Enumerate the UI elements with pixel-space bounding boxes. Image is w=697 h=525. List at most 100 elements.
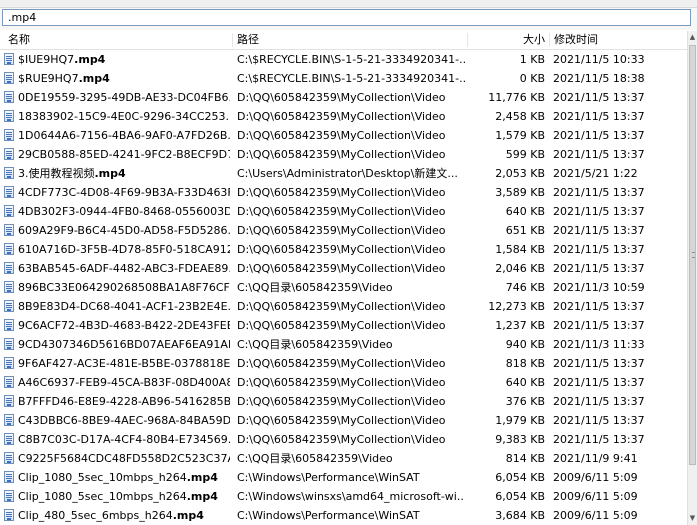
file-name: C8B7C03C-D17A-4CF4-80B4-E734569... <box>18 433 230 446</box>
scroll-down-arrow-icon[interactable]: ▼ <box>688 513 697 523</box>
file-modified: 2021/11/5 13:37 <box>553 319 645 332</box>
file-size: 640 KB <box>505 205 545 218</box>
table-row[interactable]: 1D0644A6-7156-4BA6-9AF0-A7FD26B... D:\QQ\… <box>0 126 687 145</box>
table-row[interactable]: 18383902-15C9-4E0C-9296-34CC253... D:\QQ\… <box>0 107 687 126</box>
file-extension: .mp4 <box>172 509 204 522</box>
table-row[interactable]: 3.使用教程视频.mp4 C:\Users\Administrator\Deskt… <box>0 164 687 183</box>
table-row[interactable]: C43DBBC6-8BE9-4AEC-968A-84BA59D... D:\QQ\… <box>0 411 687 430</box>
video-file-icon <box>4 243 14 255</box>
table-row[interactable]: 610A716D-3F5B-4D78-85F0-518CA912... D:\QQ… <box>0 240 687 259</box>
vertical-scrollbar[interactable]: ▲ ▼ <box>687 31 697 525</box>
table-row[interactable]: Clip_480_5sec_6mbps_h264.mp4 C:\Windows\P… <box>0 506 687 525</box>
file-name: 3.使用教程视频 <box>18 167 95 180</box>
table-row[interactable]: 896BC33E064290268508BA1A8F76CFC... C:\QQ目… <box>0 278 687 297</box>
video-file-icon <box>4 319 14 331</box>
table-row[interactable]: C9225F5684CDC48FD558D2C523C37A... C:\QQ目录… <box>0 449 687 468</box>
file-path: D:\QQ\605842359\MyCollection\Video <box>237 224 446 237</box>
file-size: 3,684 KB <box>495 509 545 522</box>
table-row[interactable]: 9C6ACF72-4B3D-4683-B422-2DE43FEE... D:\QQ… <box>0 316 687 335</box>
video-file-icon <box>4 471 14 483</box>
file-modified: 2021/11/5 13:37 <box>553 395 645 408</box>
table-row[interactable]: B7FFFD46-E8E9-4228-AB96-5416285B... D:\QQ… <box>0 392 687 411</box>
column-header-name[interactable]: 名称 <box>8 31 30 49</box>
file-modified: 2021/11/3 10:59 <box>553 281 645 294</box>
file-name-cell: 9CD4307346D5616BD07AEAF6EA91AF... <box>4 335 230 354</box>
file-path: D:\QQ\605842359\MyCollection\Video <box>237 300 446 313</box>
file-name: 63BAB545-6ADF-4482-ABC3-FDEAE89... <box>18 262 230 275</box>
menu-bar <box>0 0 697 8</box>
column-divider[interactable] <box>467 33 468 47</box>
file-modified: 2021/11/5 18:38 <box>553 72 645 85</box>
file-size: 1,237 KB <box>495 319 545 332</box>
file-name: 9C6ACF72-4B3D-4683-B422-2DE43FEE... <box>18 319 230 332</box>
file-name: C43DBBC6-8BE9-4AEC-968A-84BA59D... <box>18 414 230 427</box>
file-extension: .mp4 <box>94 167 126 180</box>
file-path: D:\QQ\605842359\MyCollection\Video <box>237 243 446 256</box>
file-size: 814 KB <box>505 452 545 465</box>
column-divider[interactable] <box>232 33 233 47</box>
file-name-cell: 1D0644A6-7156-4BA6-9AF0-A7FD26B... <box>4 126 230 145</box>
search-input[interactable] <box>2 9 691 26</box>
table-row[interactable]: $IUE9HQ7.mp4 C:\$RECYCLE.BIN\S-1-5-21-333… <box>0 50 687 69</box>
file-name-cell: 896BC33E064290268508BA1A8F76CFC... <box>4 278 230 297</box>
file-list: $IUE9HQ7.mp4 C:\$RECYCLE.BIN\S-1-5-21-333… <box>0 50 687 525</box>
file-path: D:\QQ\605842359\MyCollection\Video <box>237 319 446 332</box>
table-row[interactable]: $RUE9HQ7.mp4 C:\$RECYCLE.BIN\S-1-5-21-333… <box>0 69 687 88</box>
file-path: D:\QQ\605842359\MyCollection\Video <box>237 414 446 427</box>
column-header: 名称 路径 大小 修改时间 <box>0 31 687 50</box>
file-path: D:\QQ\605842359\MyCollection\Video <box>237 395 446 408</box>
table-row[interactable]: 9F6AF427-AC3E-481E-B5BE-0378818E... D:\QQ… <box>0 354 687 373</box>
column-header-modified[interactable]: 修改时间 <box>554 31 598 49</box>
file-modified: 2009/6/11 5:09 <box>553 490 638 503</box>
column-header-path[interactable]: 路径 <box>237 31 259 49</box>
file-size: 940 KB <box>505 338 545 351</box>
scroll-up-arrow-icon[interactable]: ▲ <box>688 32 697 42</box>
file-name: Clip_1080_5sec_10mbps_h264 <box>18 471 187 484</box>
video-file-icon <box>4 205 14 217</box>
file-modified: 2021/11/5 13:37 <box>553 414 645 427</box>
file-name-cell: C9225F5684CDC48FD558D2C523C37A... <box>4 449 230 468</box>
file-name-cell: 609A29F9-B6C4-45D0-AD58-F5D5286... <box>4 221 230 240</box>
table-row[interactable]: 9CD4307346D5616BD07AEAF6EA91AF... C:\QQ目录… <box>0 335 687 354</box>
file-name-cell: Clip_1080_5sec_10mbps_h264.mp4 <box>4 468 230 487</box>
table-row[interactable]: Clip_1080_5sec_10mbps_h264.mp4 C:\Windows… <box>0 468 687 487</box>
file-path: C:\$RECYCLE.BIN\S-1-5-21-3334920341-... <box>237 53 465 66</box>
file-path: D:\QQ\605842359\MyCollection\Video <box>237 91 446 104</box>
file-modified: 2021/11/5 13:37 <box>553 357 645 370</box>
grip-icon <box>692 252 695 258</box>
video-file-icon <box>4 490 14 502</box>
file-extension: .mp4 <box>186 471 218 484</box>
file-modified: 2009/6/11 5:09 <box>553 471 638 484</box>
table-row[interactable]: 609A29F9-B6C4-45D0-AD58-F5D5286... D:\QQ\… <box>0 221 687 240</box>
table-row[interactable]: 29CB0588-85ED-4241-9FC2-B8ECF9D7... D:\QQ… <box>0 145 687 164</box>
scrollbar-thumb[interactable] <box>689 45 696 465</box>
file-size: 599 KB <box>505 148 545 161</box>
table-row[interactable]: Clip_1080_5sec_10mbps_h264.mp4 C:\Windows… <box>0 487 687 506</box>
table-row[interactable]: 8B9E83D4-DC68-4041-ACF1-23B2E4E... D:\QQ\… <box>0 297 687 316</box>
file-size: 2,053 KB <box>495 167 545 180</box>
file-size: 640 KB <box>505 376 545 389</box>
file-name: 9CD4307346D5616BD07AEAF6EA91AF... <box>18 338 230 351</box>
file-name-cell: 3.使用教程视频.mp4 <box>4 164 230 183</box>
file-name: 29CB0588-85ED-4241-9FC2-B8ECF9D7... <box>18 148 230 161</box>
column-header-size[interactable]: 大小 <box>470 31 545 49</box>
search-bar <box>0 8 697 30</box>
video-file-icon <box>4 338 14 350</box>
file-size: 12,273 KB <box>488 300 545 313</box>
file-path: D:\QQ\605842359\MyCollection\Video <box>237 262 446 275</box>
file-path: C:\Windows\Performance\WinSAT <box>237 509 420 522</box>
file-modified: 2021/11/5 13:37 <box>553 205 645 218</box>
file-size: 9,383 KB <box>495 433 545 446</box>
table-row[interactable]: C8B7C03C-D17A-4CF4-80B4-E734569... D:\QQ\… <box>0 430 687 449</box>
file-name: 896BC33E064290268508BA1A8F76CFC... <box>18 281 230 294</box>
table-row[interactable]: 4CDF773C-4D08-4F69-9B3A-F33D463F... D:\QQ… <box>0 183 687 202</box>
table-row[interactable]: 0DE19559-3295-49DB-AE33-DC04FB6... D:\QQ\… <box>0 88 687 107</box>
column-divider[interactable] <box>549 33 550 47</box>
video-file-icon <box>4 281 14 293</box>
file-path: D:\QQ\605842359\MyCollection\Video <box>237 433 446 446</box>
file-name: $RUE9HQ7 <box>18 72 79 85</box>
table-row[interactable]: 4DB302F3-0944-4FB0-8468-0556003D... D:\QQ… <box>0 202 687 221</box>
file-name-cell: 9F6AF427-AC3E-481E-B5BE-0378818E... <box>4 354 230 373</box>
table-row[interactable]: A46C6937-FEB9-45CA-B83F-08D400A8... D:\QQ… <box>0 373 687 392</box>
table-row[interactable]: 63BAB545-6ADF-4482-ABC3-FDEAE89... D:\QQ\… <box>0 259 687 278</box>
